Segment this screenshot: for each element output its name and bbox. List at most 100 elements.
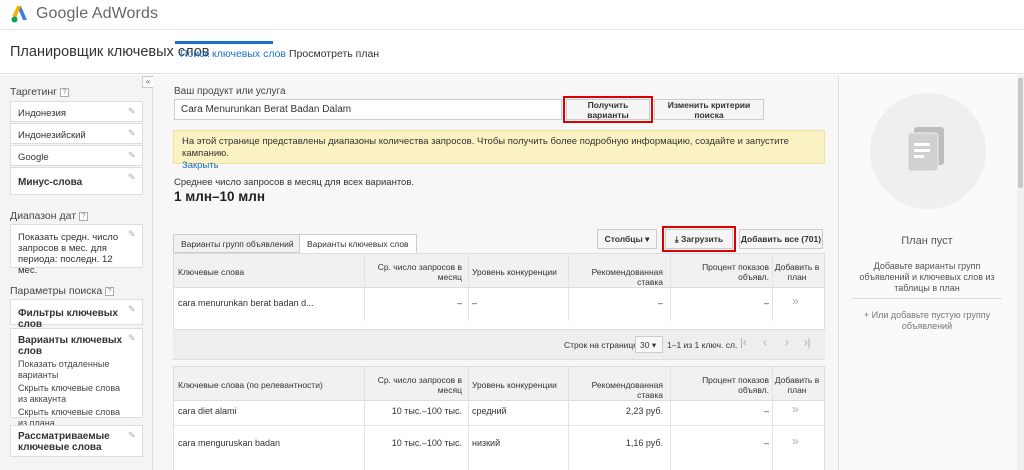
active-tab-indicator	[175, 41, 273, 44]
close-notice-link[interactable]: Закрыть	[182, 160, 219, 171]
help-icon[interactable]: ?	[60, 88, 70, 97]
info-notice: На этой странице представлены диапазоны …	[173, 130, 825, 171]
volume-cell: 10 тыс.–100 тыс.	[391, 406, 462, 416]
add-empty-ad-group-link[interactable]: + Или добавьте пустую группу объявлений	[848, 310, 1006, 332]
avg-searches-value: 1 млн–10 млн	[174, 189, 265, 204]
first-page-icon[interactable]: |‹	[740, 337, 747, 349]
modify-search-button[interactable]: Изменить критерии поиска	[654, 99, 764, 120]
keyword-cell: cara menguruskan badan	[178, 438, 281, 448]
logo-text: Google AdWords	[36, 5, 159, 22]
targeting-location[interactable]: Индонезия ✎	[10, 101, 143, 122]
adwords-logo[interactable]: Google AdWords	[10, 4, 158, 24]
col-impr-share[interactable]: Процент показов объявл.	[679, 262, 769, 282]
targeting-network[interactable]: Google ✎	[10, 145, 143, 166]
bid-cell: –	[657, 298, 663, 308]
row-divider	[174, 425, 824, 426]
tab-keyword-search[interactable]: Поиск ключевых слов	[180, 48, 286, 60]
next-page-icon[interactable]: ›	[785, 337, 789, 349]
dropdown-arrow-icon: ▾	[645, 233, 650, 244]
col-keywords-relevance[interactable]: Ключевые слова (по релевантности)	[178, 380, 323, 390]
dropdown-arrow-icon: ▾	[651, 340, 657, 350]
impr-cell: –	[763, 298, 769, 308]
col-impr-share[interactable]: Процент показов объявл.	[679, 375, 769, 395]
get-ideas-button[interactable]: Получить варианты	[563, 96, 653, 123]
product-search-input[interactable]	[174, 99, 562, 120]
add-all-button[interactable]: Добавить все (701)	[739, 229, 823, 249]
tab-review-plan[interactable]: Просмотреть план	[289, 48, 379, 60]
pencil-icon[interactable]: ✎	[128, 151, 137, 160]
bid-cell: 2,23 руб.	[625, 406, 663, 416]
empty-plan-illustration	[870, 93, 986, 209]
pencil-icon[interactable]: ✎	[128, 129, 137, 138]
help-icon[interactable]: ?	[79, 212, 89, 221]
col-add-to-plan: Добавить в план	[774, 375, 820, 395]
targeting-heading: Таргетинг?	[10, 86, 70, 98]
divider	[468, 254, 469, 321]
col-volume[interactable]: Ср. число запросов в месяц	[368, 262, 462, 282]
help-icon[interactable]: ?	[105, 287, 115, 296]
divider	[670, 367, 671, 470]
competition-cell: средний	[472, 406, 507, 416]
pencil-icon[interactable]: ✎	[128, 230, 137, 239]
col-competition[interactable]: Уровень конкуренции	[472, 267, 557, 277]
targeting-language[interactable]: Индонезийский ✎	[10, 123, 143, 144]
bid-cell: 1,16 руб.	[625, 438, 663, 448]
document-stack-icon	[907, 127, 944, 172]
scrollbar-thumb[interactable]	[1018, 78, 1023, 188]
volume-cell: 10 тыс.–100 тыс.	[391, 438, 462, 448]
pencil-icon[interactable]: ✎	[128, 173, 137, 182]
divider	[364, 367, 365, 470]
pencil-icon[interactable]: ✎	[128, 431, 137, 440]
negative-keywords[interactable]: Минус-слова ✎	[10, 167, 143, 195]
rows-per-page-label: Строк на странице:	[564, 340, 641, 350]
col-keywords[interactable]: Ключевые слова	[178, 267, 244, 277]
pencil-icon[interactable]: ✎	[128, 107, 137, 116]
considered-keywords[interactable]: Рассматриваемые ключевые слова ✎	[10, 425, 143, 457]
volume-cell: –	[456, 298, 462, 308]
rows-per-page-select[interactable]: 30 ▾	[635, 336, 663, 353]
title-bar: Планировщик ключевых слов Поиск ключевых…	[0, 30, 1024, 74]
divider	[468, 367, 469, 470]
divider	[568, 367, 569, 470]
date-range-box[interactable]: Показать средн. число запросов в мес. дл…	[10, 224, 143, 276]
col-add-to-plan: Добавить в план	[774, 262, 820, 282]
plan-empty-title: План пуст	[901, 235, 953, 247]
pencil-icon[interactable]: ✎	[128, 334, 137, 343]
divider	[364, 254, 365, 321]
plan-separator	[852, 298, 1002, 299]
tab-keyword-ideas[interactable]: Варианты ключевых слов	[299, 234, 417, 253]
col-competition[interactable]: Уровень конкуренции	[472, 380, 557, 390]
download-button[interactable]: ⤓ Загрузить	[662, 226, 736, 252]
divider	[670, 254, 671, 321]
impr-cell: –	[763, 406, 769, 416]
divider	[568, 254, 569, 321]
competition-cell: низкий	[472, 438, 501, 448]
search-term-table: Ключевые слова Ср. число запросов в меся…	[173, 253, 825, 330]
divider	[772, 254, 773, 321]
col-volume[interactable]: Ср. число запросов в месяц	[368, 375, 462, 395]
download-icon: ⤓	[674, 233, 679, 244]
keyword-cell: cara diet alami	[178, 406, 237, 416]
keyword-filters[interactable]: Фильтры ключевых слов ✎	[10, 299, 143, 330]
columns-button[interactable]: Столбцы ▾	[597, 229, 657, 249]
top-bar: Google AdWords	[0, 0, 1024, 30]
pencil-icon[interactable]: ✎	[128, 305, 137, 314]
keyword-ideas-table: Ключевые слова (по релевантности) Ср. чи…	[173, 366, 825, 470]
adwords-logo-icon	[11, 6, 27, 23]
tab-ad-group-ideas[interactable]: Варианты групп объявлений	[173, 234, 302, 253]
add-to-plan-chevron-icon[interactable]: »	[792, 294, 799, 308]
product-label: Ваш продукт или услуга	[174, 86, 286, 97]
keyword-options[interactable]: Варианты ключевых слов ✎ Показать отдален…	[10, 328, 143, 428]
prev-page-icon[interactable]: ‹	[763, 337, 767, 349]
col-bid[interactable]: Рекомендованная ставка	[573, 267, 663, 287]
pager-range: 1–1 из 1 ключ. сл.	[667, 340, 738, 350]
search-params-heading: Параметры поиска?	[10, 285, 115, 297]
date-range-heading: Диапазон дат?	[10, 210, 89, 222]
col-bid[interactable]: Рекомендованная ставка	[573, 380, 663, 400]
last-page-icon[interactable]: ›|	[804, 337, 811, 349]
add-to-plan-chevron-icon[interactable]: »	[792, 402, 799, 416]
plan-empty-description: Добавьте варианты групп объявлений и клю…	[859, 261, 995, 293]
keyword-cell: cara menurunkan berat badan d...	[178, 298, 314, 308]
divider	[772, 367, 773, 470]
add-to-plan-chevron-icon[interactable]: »	[792, 434, 799, 448]
